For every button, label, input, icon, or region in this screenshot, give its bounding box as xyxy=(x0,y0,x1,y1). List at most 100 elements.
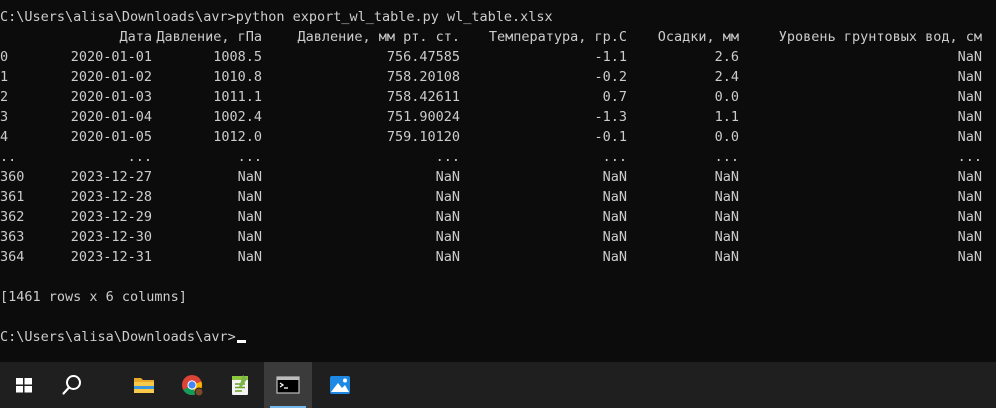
table-row: 1 2020-01-02 1010.8 758.20108 -0.2 2.4 NaN xyxy=(0,67,996,87)
file-explorer-icon xyxy=(134,378,154,393)
chrome-icon xyxy=(182,375,204,397)
temperature-cell: -1.3 xyxy=(594,109,627,125)
date-cell: ... xyxy=(127,149,152,165)
screen: C:\Users\alisa\Downloads\avr>python expo… xyxy=(0,0,996,408)
header-pressure-hpa: Давление, гПа xyxy=(156,29,262,45)
precipitation-cell: 0.0 xyxy=(714,89,739,105)
precipitation-cell: NaN xyxy=(714,209,739,225)
temperature-cell: -0.2 xyxy=(594,69,627,85)
date-cell: 2023-12-27 xyxy=(70,169,152,185)
windows-start-icon xyxy=(16,378,32,393)
pressure-mmhg-cell: NaN xyxy=(435,169,460,185)
taskbar-command-prompt[interactable] xyxy=(264,362,312,408)
index-cell: 0 xyxy=(0,49,9,65)
command-line: C:\Users\alisa\Downloads\avr>python expo… xyxy=(0,9,553,25)
groundwater-cell: ... xyxy=(957,149,982,165)
start-button[interactable] xyxy=(0,362,48,408)
groundwater-cell: NaN xyxy=(957,229,982,245)
prompt-line[interactable]: C:\Users\alisa\Downloads\avr> xyxy=(0,327,246,347)
command-prompt-icon xyxy=(276,376,300,394)
temperature-cell: NaN xyxy=(602,209,627,225)
index-cell: 4 xyxy=(0,129,9,145)
precipitation-cell: NaN xyxy=(714,169,739,185)
precipitation-cell: NaN xyxy=(714,229,739,245)
taskbar-photos[interactable] xyxy=(316,362,364,408)
groundwater-cell: NaN xyxy=(957,189,982,205)
pressure-hpa-cell: ... xyxy=(237,149,262,165)
temperature-cell: NaN xyxy=(602,229,627,245)
groundwater-cell: NaN xyxy=(957,109,982,125)
table-header-row: Дата Давление, гПа Давление, мм рт. ст. … xyxy=(0,27,996,47)
precipitation-cell: NaN xyxy=(714,249,739,265)
precipitation-cell: 1.1 xyxy=(714,109,739,125)
groundwater-cell: NaN xyxy=(957,129,982,145)
index-cell: 1 xyxy=(0,69,9,85)
date-cell: 2020-01-02 xyxy=(70,69,152,85)
pressure-hpa-cell: 1012.0 xyxy=(213,129,262,145)
header-temperature: Температура, гр.С xyxy=(488,29,627,45)
date-cell: 2023-12-28 xyxy=(70,189,152,205)
pressure-hpa-cell: NaN xyxy=(237,169,262,185)
groundwater-cell: NaN xyxy=(957,249,982,265)
pressure-mmhg-cell: 758.20108 xyxy=(386,69,460,85)
index-cell: 363 xyxy=(0,229,25,245)
pressure-mmhg-cell: ... xyxy=(435,149,460,165)
date-cell: 2020-01-01 xyxy=(70,49,152,65)
pressure-mmhg-cell: NaN xyxy=(435,209,460,225)
pressure-hpa-cell: 1008.5 xyxy=(213,49,262,65)
index-cell: 361 xyxy=(0,189,25,205)
pressure-hpa-cell: NaN xyxy=(237,189,262,205)
precipitation-cell: 0.0 xyxy=(714,129,739,145)
terminal-window[interactable]: C:\Users\alisa\Downloads\avr>python expo… xyxy=(0,0,996,362)
index-cell: 362 xyxy=(0,209,25,225)
search-icon xyxy=(62,375,81,395)
table-row: 4 2020-01-05 1012.0 759.10120 -0.1 0.0 NaN xyxy=(0,127,996,147)
groundwater-cell: NaN xyxy=(957,69,982,85)
index-cell: 2 xyxy=(0,89,9,105)
header-groundwater: Уровень грунтовых вод, см xyxy=(778,29,982,45)
table-row: 362 2023-12-29 NaN NaN NaN NaN NaN xyxy=(0,207,996,227)
date-cell: 2020-01-03 xyxy=(70,89,152,105)
pressure-hpa-cell: 1010.8 xyxy=(213,69,262,85)
pressure-hpa-cell: 1002.4 xyxy=(213,109,262,125)
temperature-cell: -1.1 xyxy=(594,49,627,65)
taskbar xyxy=(0,362,996,408)
temperature-cell: NaN xyxy=(602,169,627,185)
header-pressure-mmhg: Давление, мм рт. ст. xyxy=(297,29,460,45)
index-cell: 364 xyxy=(0,249,25,265)
date-cell: 2023-12-30 xyxy=(70,229,152,245)
prompt-text: C:\Users\alisa\Downloads\avr> xyxy=(0,329,236,345)
pressure-hpa-cell: NaN xyxy=(237,209,262,225)
pressure-hpa-cell: NaN xyxy=(237,249,262,265)
table-row: 363 2023-12-30 NaN NaN NaN NaN NaN xyxy=(0,227,996,247)
header-precipitation: Осадки, мм xyxy=(657,29,739,45)
pressure-mmhg-cell: NaN xyxy=(435,189,460,205)
temperature-cell: ... xyxy=(602,149,627,165)
temperature-cell: NaN xyxy=(602,249,627,265)
groundwater-cell: NaN xyxy=(957,209,982,225)
precipitation-cell: NaN xyxy=(714,189,739,205)
taskbar-file-explorer[interactable] xyxy=(120,362,168,408)
table-row: 3 2020-01-04 1002.4 751.90024 -1.3 1.1 NaN xyxy=(0,107,996,127)
index-cell: .. xyxy=(0,149,17,165)
pressure-mmhg-cell: 751.90024 xyxy=(386,109,460,125)
table-row: 361 2023-12-28 NaN NaN NaN NaN NaN xyxy=(0,187,996,207)
photos-icon xyxy=(330,376,350,394)
table-row: 0 2020-01-01 1008.5 756.47585 -1.1 2.6 NaN xyxy=(0,47,996,67)
taskbar-notepad-plus[interactable] xyxy=(216,362,264,408)
header-date: Дата xyxy=(119,29,152,45)
table-row: 360 2023-12-27 NaN NaN NaN NaN NaN xyxy=(0,167,996,187)
search-button[interactable] xyxy=(48,362,96,408)
date-cell: 2020-01-04 xyxy=(70,109,152,125)
pressure-mmhg-cell: NaN xyxy=(435,249,460,265)
summary-line: [1461 rows x 6 columns] xyxy=(0,289,187,305)
temperature-cell: 0.7 xyxy=(602,89,627,105)
table-row: 2 2020-01-03 1011.1 758.42611 0.7 0.0 NaN xyxy=(0,87,996,107)
notepad-plus-icon xyxy=(232,375,248,395)
date-cell: 2023-12-29 xyxy=(70,209,152,225)
date-cell: 2020-01-05 xyxy=(70,129,152,145)
taskbar-chrome[interactable] xyxy=(168,362,216,408)
table-row: .................... xyxy=(0,147,996,167)
groundwater-cell: NaN xyxy=(957,89,982,105)
index-cell: 3 xyxy=(0,109,9,125)
